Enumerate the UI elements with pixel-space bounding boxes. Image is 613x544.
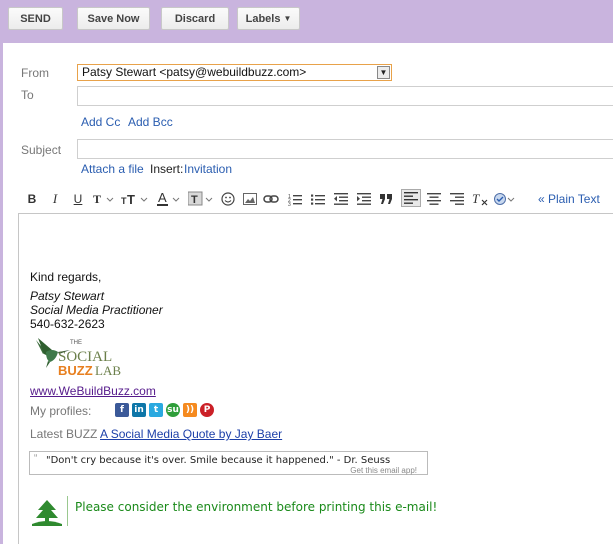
compose-action-bar: SEND Save Now Discard Labels ▼ [3, 0, 613, 43]
quote-text: "Don't cry because it's over. Smile beca… [46, 455, 391, 466]
svg-text:T: T [127, 192, 135, 206]
profiles-label: My profiles: [30, 404, 92, 418]
divider [67, 496, 68, 526]
stumbleupon-icon[interactable]: su [166, 403, 180, 417]
from-select[interactable]: Patsy Stewart <patsy@webuildbuzz.com> ▼ [77, 64, 392, 81]
facebook-icon[interactable]: f [115, 403, 129, 417]
add-bcc-link[interactable]: Add Bcc [128, 115, 173, 129]
latest-buzz-row: Latest BUZZ A Social Media Quote by Jay … [30, 427, 282, 441]
insert-label: Insert: [150, 162, 184, 176]
logo-the-text: THE [70, 340, 82, 346]
svg-text:T: T [93, 192, 101, 206]
logo-lab-text: LAB [95, 363, 121, 378]
outdent-icon[interactable] [333, 190, 349, 208]
to-field[interactable] [77, 86, 613, 106]
text-color-icon[interactable]: A [156, 190, 182, 208]
send-button[interactable]: SEND [8, 7, 63, 30]
bulleted-list-icon[interactable] [310, 190, 326, 208]
font-size-icon[interactable]: TT [120, 190, 150, 208]
plain-text-link[interactable]: « Plain Text [538, 192, 600, 206]
linkedin-icon[interactable]: in [132, 403, 146, 417]
social-buzz-lab-logo: THE SOCIAL BUZZ LAB [32, 334, 122, 379]
quote-icon[interactable] [379, 190, 395, 208]
svg-text:T: T [472, 192, 480, 206]
subject-field[interactable] [77, 139, 613, 159]
labels-button-label: Labels [245, 12, 281, 25]
from-label: From [21, 66, 49, 80]
twitter-icon[interactable]: t [149, 403, 163, 417]
svg-text:A: A [158, 191, 167, 205]
numbered-list-icon[interactable]: 123 [287, 190, 303, 208]
formatting-toolbar: B I U T TT A T 123 T « Plain Text [18, 186, 613, 212]
quote-mark-icon: “ [34, 453, 38, 464]
insert-image-icon[interactable] [242, 190, 258, 208]
indent-icon[interactable] [356, 190, 372, 208]
align-right-icon[interactable] [449, 190, 465, 208]
social-profile-icons: f in t su )) P [115, 403, 214, 417]
svg-text:3: 3 [288, 202, 291, 206]
signature-name: Patsy Stewart [30, 289, 105, 303]
invitation-link[interactable]: Invitation [184, 162, 232, 176]
latest-buzz-label: Latest BUZZ [30, 427, 98, 441]
bold-button[interactable]: B [26, 190, 38, 208]
pinterest-icon[interactable]: P [200, 403, 214, 417]
message-body-editor[interactable]: Kind regards, Patsy Stewart Social Media… [18, 213, 613, 544]
latest-buzz-link[interactable]: A Social Media Quote by Jay Baer [100, 427, 282, 441]
subject-label: Subject [21, 143, 62, 157]
italic-button[interactable]: I [49, 190, 61, 208]
align-center-icon[interactable] [426, 190, 442, 208]
align-left-icon[interactable] [401, 189, 421, 207]
from-value: Patsy Stewart <patsy@webuildbuzz.com> [82, 65, 307, 79]
discard-button[interactable]: Discard [161, 7, 229, 30]
quote-footer-link[interactable]: Get this email app! [350, 466, 417, 475]
tree-icon [32, 498, 62, 526]
link-icon[interactable] [262, 190, 280, 208]
logo-buzz-text: BUZZ [58, 363, 93, 378]
font-family-icon[interactable]: T [92, 190, 116, 208]
spell-check-icon[interactable] [494, 190, 516, 208]
website-link[interactable]: www.WeBuildBuzz.com [30, 384, 156, 398]
closing-text: Kind regards, [30, 270, 102, 284]
emoticon-icon[interactable] [220, 190, 236, 208]
labels-button[interactable]: Labels ▼ [237, 7, 300, 30]
to-label: To [21, 88, 34, 102]
quote-box: “ "Don't cry because it's over. Smile be… [29, 451, 428, 475]
highlight-color-icon[interactable]: T [188, 190, 214, 208]
save-now-button[interactable]: Save Now [77, 7, 150, 30]
svg-text:T: T [191, 194, 198, 206]
underline-button[interactable]: U [72, 190, 84, 208]
window-frame-left [0, 0, 3, 544]
remove-formatting-icon[interactable]: T [471, 190, 489, 208]
attach-file-link[interactable]: Attach a file [81, 162, 144, 176]
add-cc-link[interactable]: Add Cc [81, 115, 120, 129]
environment-message: Please consider the environment before p… [75, 500, 438, 514]
chevron-down-icon[interactable]: ▼ [377, 66, 390, 79]
signature-phone: 540-632-2623 [30, 317, 105, 331]
signature-title: Social Media Practitioner [30, 303, 163, 317]
chevron-down-icon: ▼ [283, 14, 292, 23]
rss-icon[interactable]: )) [183, 403, 197, 417]
